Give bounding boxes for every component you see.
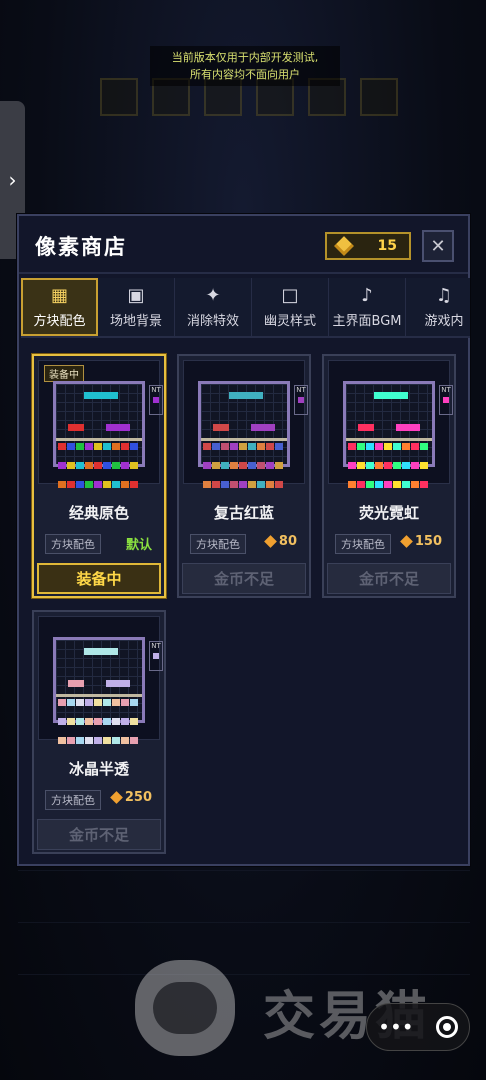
item-name: 冰晶半透 — [68, 760, 129, 778]
item-price-value: 150 — [414, 534, 442, 549]
item-name: 复古红蓝 — [213, 504, 274, 522]
tab-3[interactable]: □ 幽灵样式 — [252, 278, 329, 336]
tab-label: 幽灵样式 — [263, 313, 316, 329]
item-price: 250 — [109, 790, 152, 805]
mini-program-capsule: ••• — [366, 1003, 470, 1051]
tab-label: 场地背景 — [109, 313, 162, 329]
ghost-square-icon: □ — [281, 284, 299, 306]
tab-label: 消除特效 — [186, 313, 239, 329]
skin-preview: 装备中 NT — [38, 360, 163, 488]
buy-button[interactable]: 金币不足 — [327, 563, 451, 594]
dev-notice-line1: 当前版本仅用于内部开发测试, — [171, 51, 319, 64]
tab-5[interactable]: ♫ 游戏内 — [406, 278, 470, 336]
tab-0[interactable]: ▦ 方块配色 — [21, 278, 98, 336]
shop-header: 像素商店 15 ✕ — [19, 216, 468, 274]
music-notes-icon: ♫ — [435, 284, 453, 306]
preview-board — [198, 381, 290, 488]
coin-balance-value: 15 — [377, 238, 397, 254]
close-icon: ✕ — [430, 235, 446, 257]
tab-1[interactable]: ▣ 场地背景 — [98, 278, 175, 336]
preview-board — [53, 381, 145, 488]
target-close-icon[interactable] — [435, 1016, 458, 1038]
item-category-tag: 方块配色 — [45, 790, 101, 810]
item-price: 150 — [399, 534, 442, 549]
item-price-value: 250 — [124, 790, 152, 805]
sparkle-icon: ✦ — [205, 284, 221, 306]
tab-label: 主界面BGM — [332, 313, 402, 329]
category-tabs: ▦ 方块配色 ▣ 场地背景 ✦ 消除特效 □ 幽灵样式 ♪ 主界面BGM ♫ 游戏内 — [21, 278, 470, 338]
dev-notice: 当前版本仅用于内部开发测试, 所有内容均不面向用户 — [150, 46, 340, 86]
shop-title: 像素商店 — [35, 235, 127, 259]
shop-item-card[interactable]: 装备中 NT 经典原色 方块配色 默认 装备中 — [32, 354, 166, 598]
next-piece-box: NT — [294, 385, 308, 415]
coin-diamond-icon — [399, 535, 413, 548]
shop-item-card[interactable]: NT 冰晶半透方块配色 250 金币不足 — [32, 610, 166, 854]
equipped-button[interactable]: 装备中 — [37, 563, 161, 594]
more-dots-icon[interactable]: ••• — [378, 1015, 413, 1039]
item-price-value: 默认 — [125, 538, 152, 553]
equipped-badge: 装备中 — [44, 365, 84, 382]
tab-4[interactable]: ♪ 主界面BGM — [329, 278, 406, 336]
preview-board — [53, 637, 145, 744]
close-button[interactable]: ✕ — [422, 230, 454, 262]
next-piece-box: NT — [149, 641, 163, 671]
item-price-value: 80 — [278, 534, 297, 549]
shop-modal: 像素商店 15 ✕ ▦ 方块配色 ▣ 场地背景 ✦ 消除特效 □ 幽灵样式 ♪ 主界面BGM ♫ 游戏… — [17, 214, 470, 866]
skin-preview: NT — [38, 616, 163, 744]
item-name: 荧光霓虹 — [358, 504, 419, 522]
item-category-tag: 方块配色 — [190, 534, 246, 554]
coin-diamond-icon — [334, 236, 354, 256]
item-price: 80 — [264, 534, 297, 549]
preview-board — [343, 381, 435, 488]
shop-item-card[interactable]: NT 复古红蓝方块配色 80 金币不足 — [177, 354, 311, 598]
skin-preview: NT — [183, 360, 308, 488]
tab-2[interactable]: ✦ 消除特效 — [175, 278, 252, 336]
coin-balance: 15 — [325, 232, 411, 260]
music-note-icon: ♪ — [361, 284, 373, 306]
coin-diamond-icon — [264, 535, 277, 548]
item-name: 经典原色 — [68, 504, 129, 522]
skin-preview: NT — [328, 360, 453, 488]
next-piece-box: NT — [149, 385, 163, 415]
buy-button[interactable]: 金币不足 — [37, 819, 161, 850]
item-category-tag: 方块配色 — [335, 534, 391, 554]
cat-logo-icon — [135, 960, 235, 1056]
next-piece-box: NT — [439, 385, 453, 415]
tab-label: 游戏内 — [424, 313, 464, 329]
item-category-tag: 方块配色 — [45, 534, 101, 554]
dev-notice-line2: 所有内容均不面向用户 — [190, 68, 300, 81]
grid-icon: ▦ — [50, 284, 68, 306]
item-price: 默认 — [126, 534, 152, 553]
shop-item-card[interactable]: NT 荧光霓虹方块配色 150 金币不足 — [322, 354, 456, 598]
item-grid: 装备中 NT 经典原色 方块配色 默认 装备中 NT 复古红蓝 方块配色 80 金币不足 NT 荧光霓虹… — [32, 354, 456, 854]
tab-label: 方块配色 — [33, 313, 86, 329]
chevron-right-icon: › — [8, 168, 17, 192]
square-frame-icon: ▣ — [127, 284, 145, 306]
coin-diamond-icon — [109, 791, 123, 804]
buy-button[interactable]: 金币不足 — [182, 563, 306, 594]
